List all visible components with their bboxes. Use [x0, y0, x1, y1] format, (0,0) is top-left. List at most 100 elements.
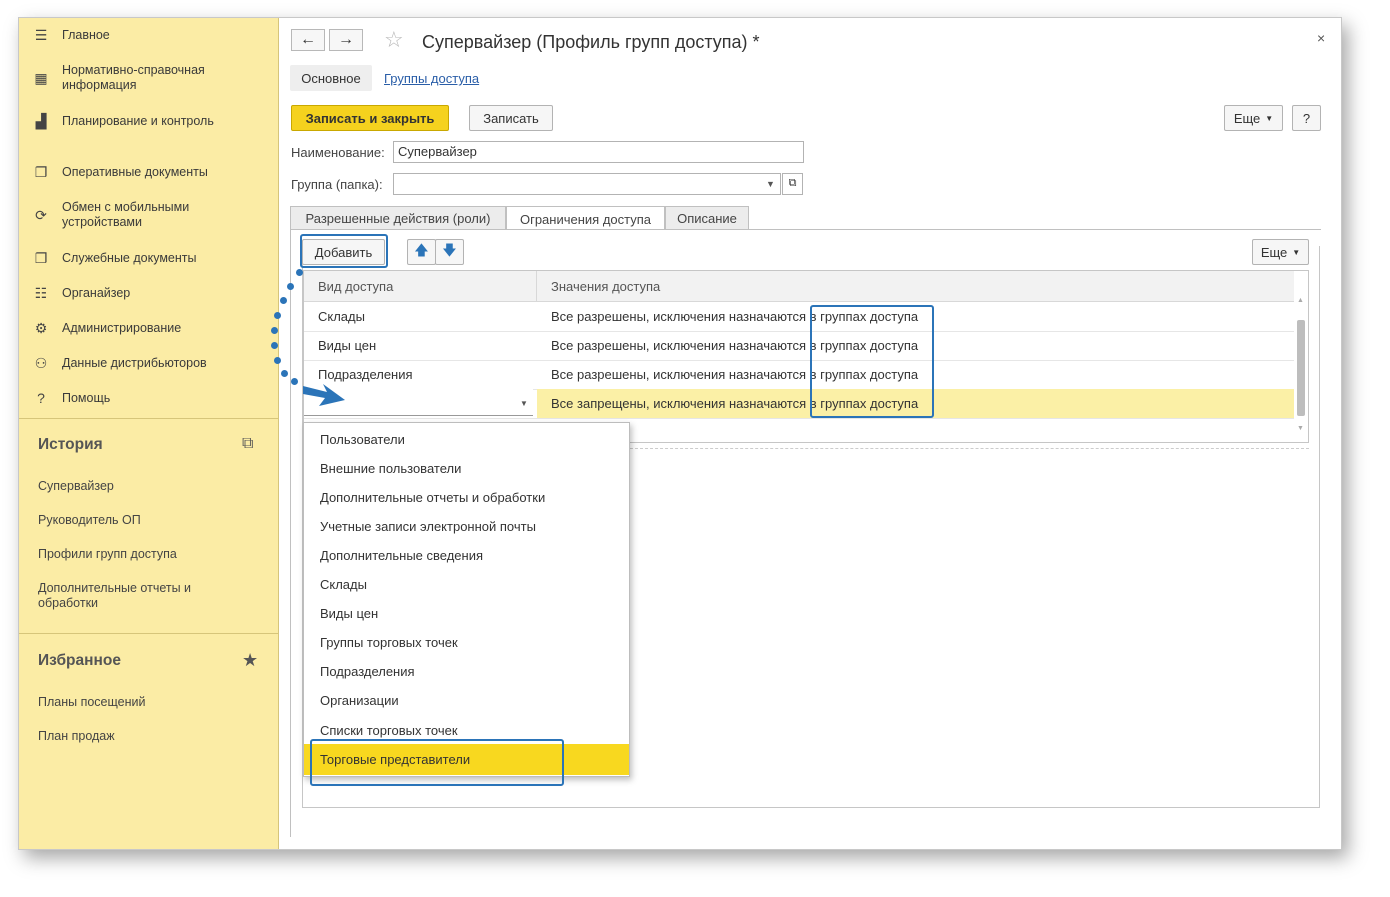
- sidebar-item-mobile-exchange[interactable]: ⟳ Обмен с мобильными устройствами: [19, 200, 278, 230]
- history-title: История: [38, 436, 103, 453]
- menu-icon: ☰: [34, 27, 48, 43]
- sidebar-item-organizer[interactable]: ☷ Органайзер: [19, 286, 278, 301]
- cell-kind: Склады: [318, 309, 365, 324]
- organizer-icon: ☷: [34, 285, 48, 301]
- back-button[interactable]: ←: [291, 29, 325, 51]
- more-label: Еще: [1233, 110, 1261, 126]
- subtab-access-groups-link[interactable]: Группы доступа: [384, 71, 479, 86]
- annotation-dot: [271, 327, 278, 334]
- column-header-values[interactable]: Значения доступа: [551, 279, 660, 294]
- move-up-button[interactable]: 🡅: [407, 239, 436, 265]
- table-row[interactable]: Подразделения Все разрешены, исключения …: [304, 360, 1294, 390]
- page-title: Супервайзер (Профиль групп доступа) *: [422, 32, 760, 52]
- history-item[interactable]: Супервайзер: [38, 479, 238, 494]
- dropdown-option[interactable]: Виды цен: [320, 606, 378, 621]
- sidebar-item-distributors[interactable]: ⚇ Данные дистрибьюторов: [19, 356, 278, 371]
- chevron-down-icon[interactable]: ▼: [766, 179, 775, 189]
- sidebar-item-help[interactable]: ? Помощь: [19, 391, 278, 406]
- arrow-up-icon: 🡅: [414, 242, 429, 258]
- gear-icon: ⚙: [34, 320, 48, 336]
- tab-access-restrictions[interactable]: Ограничения доступа: [506, 206, 665, 231]
- highlight-add-button: [300, 234, 388, 268]
- access-kind-dropdown: Пользователи Внешние пользователи Дополн…: [303, 422, 630, 777]
- subtab-main[interactable]: Основное: [290, 65, 372, 91]
- dropdown-option[interactable]: Внешние пользователи: [320, 461, 461, 476]
- history-clear-icon[interactable]: ⧉: [242, 435, 253, 453]
- table-row[interactable]: Склады Все разрешены, исключения назнача…: [304, 302, 1294, 332]
- dropdown-option[interactable]: Списки торговых точек: [320, 723, 458, 738]
- sidebar-item-main[interactable]: ☰ Главное: [19, 28, 278, 43]
- sidebar-item-label: Главное: [62, 28, 110, 42]
- dropdown-option[interactable]: Склады: [320, 577, 367, 592]
- annotation-dot: [280, 297, 287, 304]
- sidebar-item-service-docs[interactable]: ❐ Служебные документы: [19, 251, 278, 266]
- group-field[interactable]: [393, 173, 781, 195]
- chart-icon: ▟: [35, 113, 47, 129]
- chevron-down-icon[interactable]: ▼: [520, 399, 528, 408]
- favorites-title: Избранное: [38, 652, 121, 669]
- annotation-arrow-icon: [303, 384, 345, 406]
- dropdown-option[interactable]: Пользователи: [320, 432, 405, 447]
- name-field[interactable]: Супервайзер: [393, 141, 804, 163]
- forward-button[interactable]: →: [329, 29, 363, 51]
- arrow-left-icon: ←: [300, 31, 316, 48]
- table-row[interactable]: Виды цен Все разрешены, исключения назна…: [304, 331, 1294, 361]
- tab-roles[interactable]: Разрешенные действия (роли): [290, 206, 506, 230]
- favorite-item[interactable]: Планы посещений: [38, 695, 238, 710]
- sidebar-item-planning[interactable]: ▟ Планирование и контроль: [19, 114, 278, 129]
- grid-scrollbar[interactable]: ▲ ▼: [1297, 294, 1305, 434]
- sidebar-item-admin[interactable]: ⚙ Администрирование: [19, 321, 278, 336]
- history-item[interactable]: Дополнительные отчеты и обработки: [38, 581, 238, 611]
- history-item[interactable]: Профили групп доступа: [38, 547, 238, 562]
- help-button[interactable]: ?: [1292, 105, 1321, 131]
- dropdown-option[interactable]: Организации: [320, 693, 399, 708]
- sidebar-item-label: Обмен с мобильными устройствами: [62, 200, 190, 229]
- reference-icon: ▦: [34, 69, 48, 86]
- scroll-thumb[interactable]: [1297, 320, 1305, 416]
- more-button[interactable]: Еще ▼: [1224, 105, 1283, 131]
- sidebar-item-label: Нормативно-справочная информация: [62, 63, 205, 92]
- close-icon[interactable]: ×: [1317, 30, 1325, 46]
- dropdown-option[interactable]: Группы торговых точек: [320, 635, 458, 650]
- scroll-down-icon[interactable]: ▼: [1297, 425, 1304, 432]
- sidebar: ☰ Главное ▦ Нормативно-справочная информ…: [19, 18, 279, 849]
- highlight-selected-option: [310, 739, 564, 786]
- tab-description[interactable]: Описание: [665, 206, 749, 230]
- column-header-kind[interactable]: Вид доступа: [318, 279, 393, 294]
- annotation-dot: [271, 342, 278, 349]
- access-grid: Вид доступа Значения доступа Склады Все …: [303, 270, 1309, 443]
- highlight-groups-text: [810, 305, 934, 418]
- arrow-down-icon: 🡇: [442, 242, 457, 258]
- move-down-button[interactable]: 🡇: [435, 239, 464, 265]
- help-icon: ?: [37, 390, 45, 406]
- sidebar-divider: [19, 418, 278, 419]
- arrow-right-icon: →: [338, 31, 354, 48]
- save-button[interactable]: Записать: [469, 105, 553, 131]
- sidebar-item-operational-docs[interactable]: ❐ Оперативные документы: [19, 165, 278, 180]
- dropdown-option[interactable]: Дополнительные сведения: [320, 548, 483, 563]
- service-docs-icon: ❐: [34, 250, 48, 266]
- sidebar-item-label: Оперативные документы: [62, 165, 208, 179]
- sidebar-item-reference[interactable]: ▦ Нормативно-справочная информация: [19, 63, 278, 93]
- name-label: Наименование:: [291, 145, 385, 160]
- sidebar-item-label: Планирование и контроль: [62, 114, 214, 128]
- scroll-up-icon[interactable]: ▲: [1297, 297, 1304, 304]
- save-and-close-button[interactable]: Записать и закрыть: [291, 105, 449, 131]
- history-item[interactable]: Руководитель ОП: [38, 513, 238, 528]
- favorite-star-icon[interactable]: ☆: [384, 27, 404, 53]
- dropdown-option[interactable]: Подразделения: [320, 664, 415, 679]
- dropdown-option[interactable]: Дополнительные отчеты и обработки: [320, 490, 545, 505]
- table-row-selected[interactable]: ▼ Все запрещены, исключения назначаются …: [304, 389, 1294, 419]
- grid-header: Вид доступа Значения доступа: [304, 271, 1294, 302]
- open-icon[interactable]: ⧉: [782, 173, 803, 195]
- annotation-dot: [296, 269, 303, 276]
- distributor-icon: ⚇: [34, 355, 48, 371]
- main-content: ← → ☆ Супервайзер (Профиль групп доступа…: [279, 18, 1341, 849]
- star-icon[interactable]: ★: [242, 650, 258, 671]
- sync-icon: ⟳: [35, 206, 47, 223]
- dropdown-option[interactable]: Учетные записи электронной почты: [320, 519, 536, 534]
- column-divider: [536, 271, 537, 301]
- sidebar-divider: [19, 633, 278, 634]
- favorite-item[interactable]: План продаж: [38, 729, 238, 744]
- grid-more-button[interactable]: Еще ▼: [1252, 239, 1309, 265]
